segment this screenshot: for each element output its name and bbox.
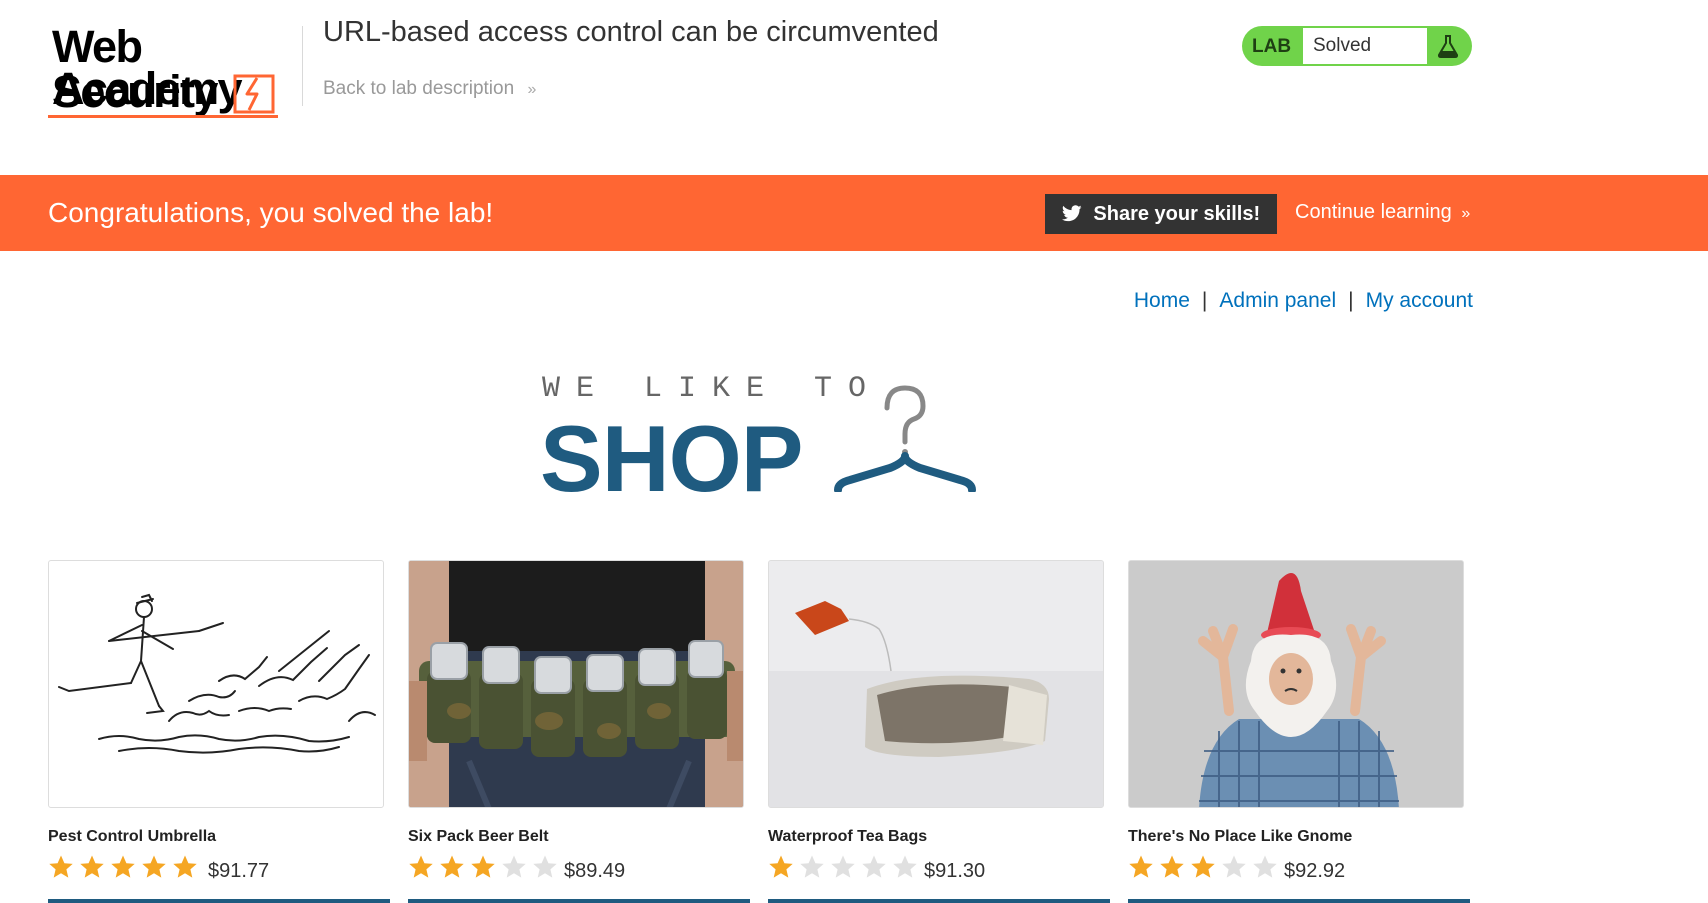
congratulations-message: Congratulations, you solved the lab! [48, 197, 494, 228]
product-image-gnome[interactable] [1128, 560, 1464, 808]
star-icon [831, 855, 855, 878]
logo-bolt-icon [233, 74, 275, 114]
flask-icon [1437, 35, 1459, 58]
continue-learning-link[interactable]: Continue learning » [1295, 201, 1470, 224]
share-skills-label: Share your skills! [1093, 203, 1261, 225]
product-card-underline [1128, 899, 1470, 903]
product-card[interactable]: There's No Place Like Gnome $92.92 [1128, 560, 1470, 903]
star-icon [1253, 855, 1277, 878]
product-card[interactable]: Waterproof Tea Bags $91.30 [768, 560, 1110, 903]
product-rating [768, 854, 923, 880]
product-price: $91.77 [208, 860, 270, 882]
product-price: $92.92 [1284, 860, 1346, 882]
product-rating [48, 854, 203, 880]
star-icon [502, 855, 526, 878]
back-to-description-link[interactable]: Back to lab description » [323, 78, 536, 100]
solved-banner: Congratulations, you solved the lab! Sha… [0, 175, 1708, 251]
star-icon [440, 855, 464, 878]
lab-header: Web Security Academy URL-based access co… [0, 0, 1708, 175]
product-card-underline [48, 899, 390, 903]
star-icon [471, 855, 495, 878]
star-icon [409, 855, 433, 878]
umbrella-cartoon-illustration [58, 593, 376, 754]
share-skills-button[interactable]: Share your skills! [1045, 194, 1277, 234]
beer-belt-photo [409, 561, 743, 807]
star-icon [769, 855, 793, 878]
star-icon [800, 855, 824, 878]
double-chevron-right-icon: » [527, 81, 537, 98]
star-icon [80, 855, 104, 878]
shop-banner: WE LIKE TO SHOP [540, 370, 980, 511]
product-price: $91.30 [924, 860, 986, 882]
product-grid: Pest Control Umbrella $91.77 Six Pack Be… [48, 560, 1478, 903]
star-icon [1191, 855, 1215, 878]
hanger-icon [834, 385, 976, 492]
product-image-umbrella[interactable] [48, 560, 384, 808]
star-icon [862, 855, 886, 878]
star-icon [533, 855, 557, 878]
product-card[interactable]: Six Pack Beer Belt $89.49 [408, 560, 750, 903]
lab-tag: LAB [1252, 36, 1292, 57]
star-icon [893, 855, 917, 878]
product-name[interactable]: There's No Place Like Gnome [1128, 828, 1352, 846]
product-rating [1128, 854, 1283, 880]
star-icon [49, 855, 73, 878]
product-card-underline [408, 899, 750, 903]
continue-learning-label: Continue learning [1295, 201, 1452, 223]
nav-admin-panel-link[interactable]: Admin panel [1219, 289, 1336, 312]
shop-banner-title: SHOP [540, 406, 803, 511]
tea-bag-photo [769, 561, 1103, 807]
product-image-tea-bags[interactable] [768, 560, 1104, 808]
header-divider [302, 26, 303, 106]
lab-status-text: Solved [1303, 28, 1427, 64]
product-card-underline [768, 899, 1110, 903]
logo-line-2: Academy [52, 63, 243, 114]
star-icon [1222, 855, 1246, 878]
star-icon [111, 855, 135, 878]
double-chevron-right-icon: » [1461, 205, 1471, 222]
product-name[interactable]: Pest Control Umbrella [48, 828, 216, 846]
product-name[interactable]: Waterproof Tea Bags [768, 828, 927, 846]
product-image-beer-belt[interactable] [408, 560, 744, 808]
top-nav: Home | Admin panel | My account [1134, 289, 1473, 313]
product-rating [408, 854, 563, 880]
lab-title: URL-based access control can be circumve… [323, 16, 939, 48]
lab-status-badge: LAB Solved [1242, 26, 1472, 66]
star-icon [173, 855, 197, 878]
gnome-photo [1129, 561, 1463, 807]
logo-underline [48, 115, 278, 118]
product-card[interactable]: Pest Control Umbrella $91.77 [48, 560, 390, 903]
back-link-label: Back to lab description [323, 78, 515, 99]
nav-my-account-link[interactable]: My account [1366, 289, 1473, 312]
product-price: $89.49 [564, 860, 626, 882]
twitter-icon [1061, 204, 1082, 221]
nav-home-link[interactable]: Home [1134, 289, 1190, 312]
nav-separator: | [1201, 289, 1208, 312]
nav-separator: | [1348, 289, 1354, 312]
web-security-academy-logo[interactable]: Web Security Academy [48, 22, 298, 118]
star-icon [1129, 855, 1153, 878]
product-name[interactable]: Six Pack Beer Belt [408, 828, 549, 846]
star-icon [142, 855, 166, 878]
star-icon [1160, 855, 1184, 878]
